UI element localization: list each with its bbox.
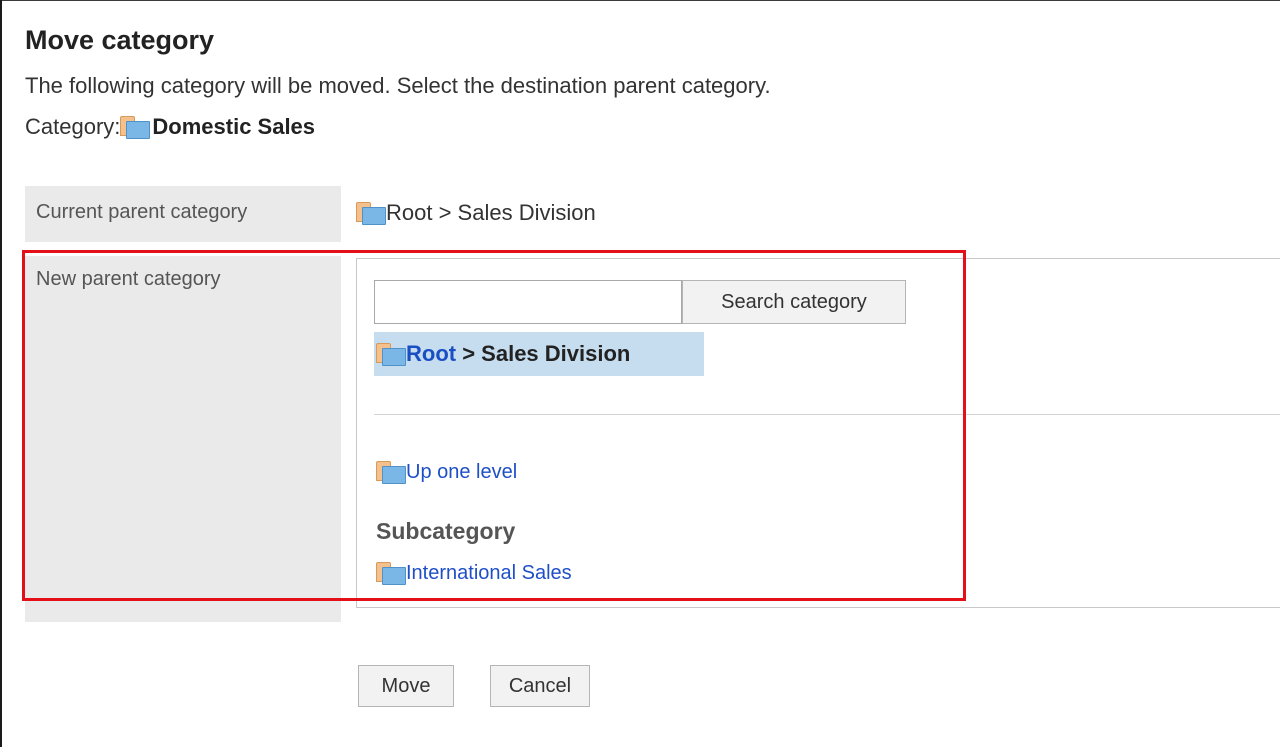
category-name: Domestic Sales [152, 114, 316, 139]
subcategory-heading: Subcategory [376, 518, 516, 544]
current-parent-path: Root > Sales Division [386, 200, 596, 225]
page-description: The following category will be moved. Se… [25, 73, 771, 98]
search-category-button[interactable]: Search category [682, 280, 906, 324]
new-parent-label-cell: New parent category [25, 256, 341, 622]
up-one-level-label[interactable]: Up one level [406, 461, 517, 484]
category-label: Category: [25, 114, 121, 139]
category-search-input[interactable] [374, 280, 682, 324]
divider [374, 414, 1280, 415]
folder-icon [376, 561, 406, 585]
subcategory-item[interactable]: International Sales [376, 561, 572, 585]
new-parent-label: New parent category [36, 268, 221, 290]
current-parent-value: Root > Sales Division [356, 200, 596, 226]
root-link[interactable]: Root [406, 341, 456, 367]
folder-icon [356, 201, 386, 225]
current-parent-label-cell: Current parent category [25, 186, 341, 242]
folder-icon [120, 115, 151, 139]
cancel-button[interactable]: Cancel [490, 665, 590, 707]
up-one-level-link[interactable]: Up one level [376, 460, 517, 484]
folder-icon [376, 342, 406, 366]
move-button[interactable]: Move [358, 665, 454, 707]
frame-top-border [0, 0, 1280, 1]
folder-icon [376, 460, 406, 484]
category-line: Category: Domestic Sales [25, 114, 315, 140]
current-parent-label: Current parent category [36, 201, 248, 223]
selected-category-path: Root > Sales Division [374, 332, 704, 376]
selected-path-rest: > Sales Division [456, 341, 631, 366]
page-title: Move category [25, 25, 215, 55]
subcategory-link[interactable]: International Sales [406, 562, 572, 585]
frame-left-border [0, 0, 2, 747]
